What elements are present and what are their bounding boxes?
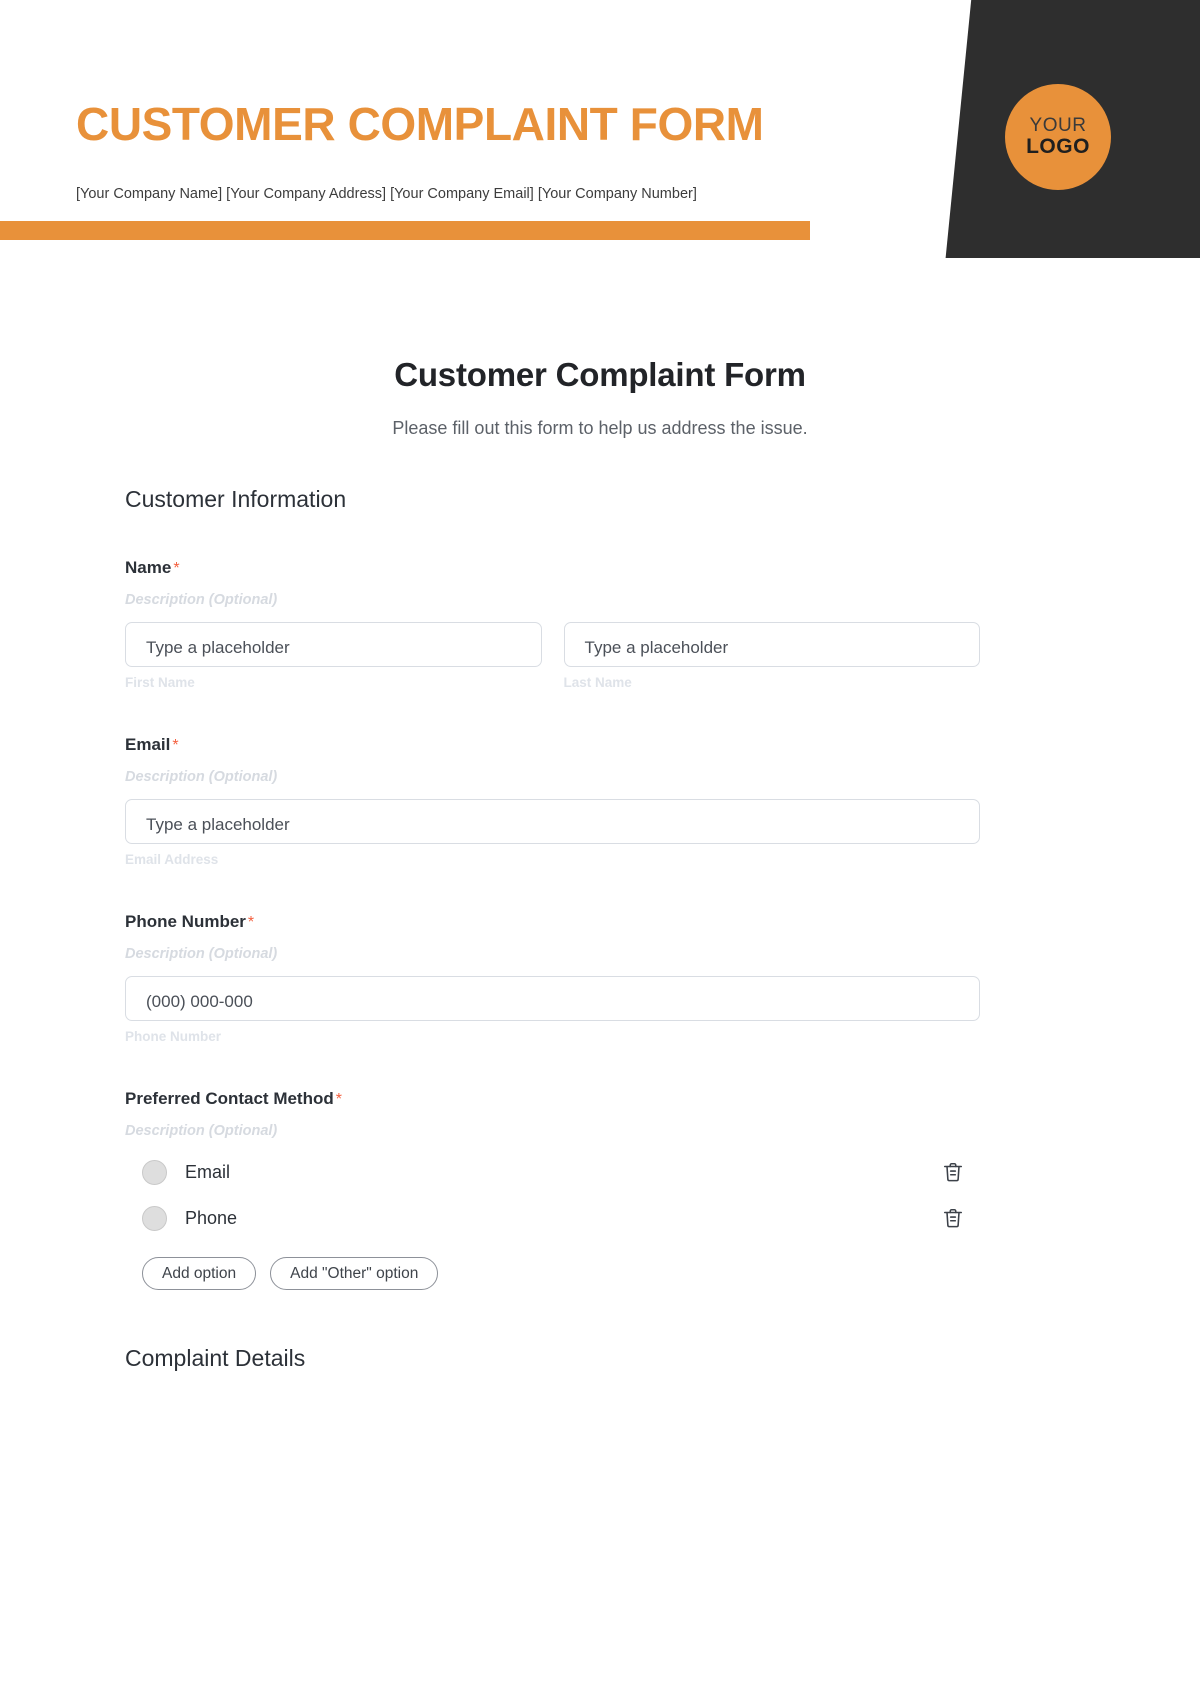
page-banner: YOUR LOGO CUSTOMER COMPLAINT FORM [Your … xyxy=(0,0,1200,258)
required-marker: * xyxy=(172,737,179,754)
add-other-option-button[interactable]: Add "Other" option xyxy=(270,1257,439,1290)
required-marker: * xyxy=(247,914,255,931)
radio-option-row[interactable]: Email xyxy=(125,1159,980,1185)
form-header: Customer Complaint Form Please fill out … xyxy=(0,258,1200,439)
field-preferred-contact-method: Preferred Contact Method * Description (O… xyxy=(125,1089,980,1290)
radio-option-row[interactable]: Phone xyxy=(125,1205,980,1231)
radio-button-icon[interactable] xyxy=(142,1159,167,1185)
sublabel-last-name: Last Name xyxy=(563,675,632,690)
field-label-preferred-contact-method-text: Preferred Contact Method xyxy=(125,1089,334,1108)
first-name-input[interactable]: Type a placeholder xyxy=(125,622,542,667)
form-subtitle: Please fill out this form to help us add… xyxy=(392,418,808,438)
radio-option-label: Phone xyxy=(185,1207,238,1228)
phone-number-input[interactable]: (000) 000-000 xyxy=(125,976,980,1021)
field-label-email-text: Email xyxy=(125,735,171,754)
email-input[interactable]: Type a placeholder xyxy=(125,799,980,844)
form-title: Customer Complaint Form xyxy=(394,356,806,393)
phone-number-placeholder: (000) 000-000 xyxy=(146,991,253,1011)
name-sublabels-row: First Name Last Name xyxy=(125,675,980,690)
field-name: Name * Description (Optional) Type a plac… xyxy=(125,558,980,690)
phone-sublabels-row: Phone Number xyxy=(125,1029,980,1044)
field-email: Email * Description (Optional) Type a pla… xyxy=(125,735,980,867)
sublabel-phone-number: Phone Number xyxy=(125,1029,222,1044)
field-label-phone-number-text: Phone Number xyxy=(125,912,246,931)
banner-accent-bar xyxy=(0,221,810,240)
name-inputs-row: Type a placeholder Type a placeholder xyxy=(125,622,980,667)
field-description-name: Description (Optional) xyxy=(125,592,278,608)
field-description-phone-number: Description (Optional) xyxy=(125,946,278,962)
radio-button-icon[interactable] xyxy=(142,1205,167,1231)
last-name-placeholder: Type a placeholder xyxy=(584,637,729,657)
field-label-email: Email * xyxy=(125,735,980,755)
field-description-email: Description (Optional) xyxy=(125,769,278,785)
form-container: Customer Complaint Form Please fill out … xyxy=(0,258,1200,1372)
field-label-preferred-contact-method: Preferred Contact Method * xyxy=(125,1089,980,1109)
email-placeholder: Type a placeholder xyxy=(146,814,290,834)
banner-company-contact-line: [Your Company Name] [Your Company Addres… xyxy=(76,186,697,202)
field-label-name-text: Name xyxy=(125,558,172,577)
required-marker: * xyxy=(173,560,180,577)
required-marker: * xyxy=(335,1091,342,1108)
logo-line-2: LOGO xyxy=(1026,134,1090,158)
banner-title: CUSTOMER COMPLAINT FORM xyxy=(76,98,764,150)
field-phone-number: Phone Number * Description (Optional) (00… xyxy=(125,912,980,1044)
delete-option-button[interactable] xyxy=(940,1205,966,1231)
last-name-input[interactable]: Type a placeholder xyxy=(563,622,980,667)
add-option-button[interactable]: Add option xyxy=(142,1257,257,1290)
add-option-buttons: Add option Add "Other" option xyxy=(125,1257,980,1290)
sublabel-email-address: Email Address xyxy=(125,852,219,867)
field-label-name: Name * xyxy=(125,558,980,578)
field-label-phone-number: Phone Number * xyxy=(125,912,980,932)
email-input-row: Type a placeholder xyxy=(125,799,980,844)
trash-icon xyxy=(943,1162,963,1182)
section-heading-customer-information: Customer Information xyxy=(125,486,347,512)
logo-line-1: YOUR xyxy=(1029,114,1087,136)
phone-input-row: (000) 000-000 xyxy=(125,976,980,1021)
trash-icon xyxy=(943,1208,963,1228)
radio-option-label: Email xyxy=(185,1161,231,1182)
email-sublabels-row: Email Address xyxy=(125,852,980,867)
delete-option-button[interactable] xyxy=(940,1159,966,1185)
company-logo: YOUR LOGO xyxy=(1005,84,1111,190)
section-heading-complaint-details: Complaint Details xyxy=(125,1345,306,1371)
sublabel-first-name: First Name xyxy=(125,675,195,690)
first-name-placeholder: Type a placeholder xyxy=(146,637,290,657)
field-description-preferred-contact-method: Description (Optional) xyxy=(125,1123,278,1139)
